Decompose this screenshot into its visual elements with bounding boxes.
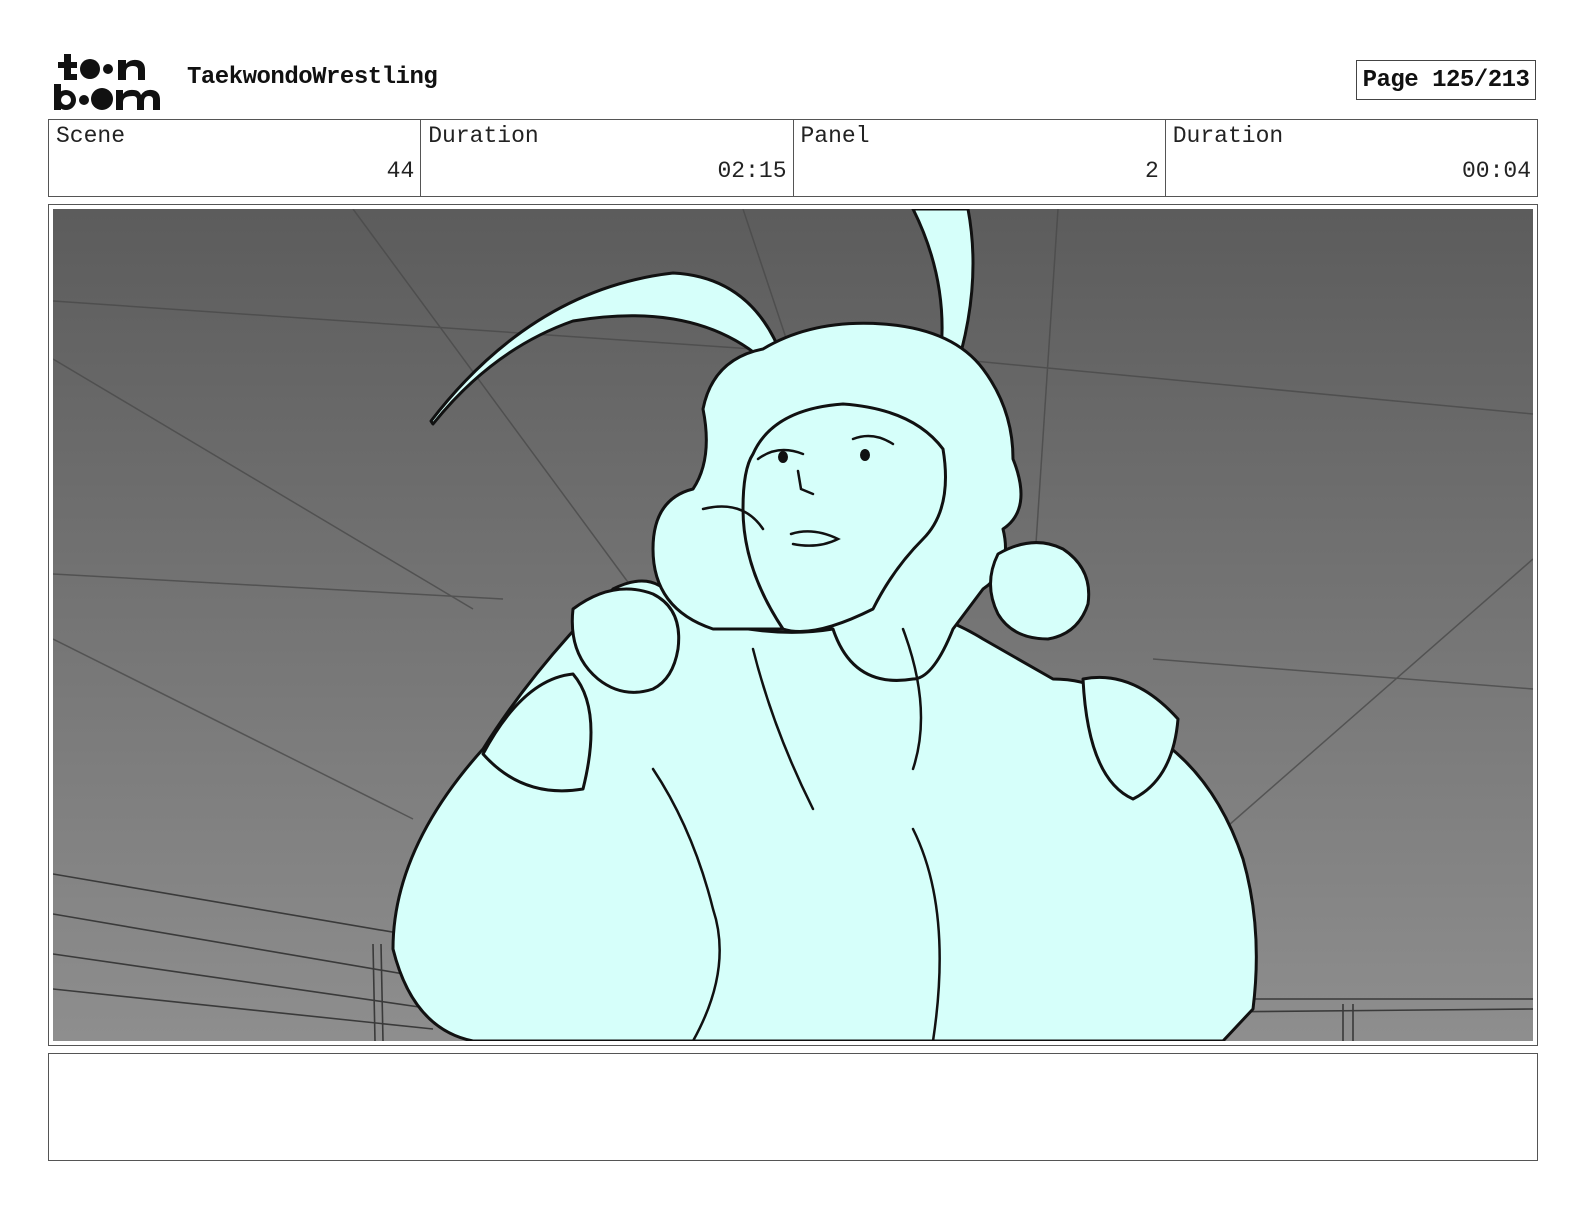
panel-duration-cell: Duration 00:04 <box>1166 120 1537 196</box>
panel-duration-label: Duration <box>1172 123 1284 149</box>
panel-cell: Panel 2 <box>794 120 1166 196</box>
scene-duration-value: 02:15 <box>717 158 787 184</box>
panel-drawing <box>53 209 1533 1041</box>
panel-frame <box>48 204 1538 1046</box>
toon-boom-logo-icon <box>54 54 160 110</box>
scene-info-row: Scene 44 Duration 02:15 Panel 2 Duration… <box>48 119 1538 197</box>
toon-boom-logo <box>50 52 166 112</box>
scene-duration-cell: Duration 02:15 <box>421 120 794 196</box>
panel-label: Panel <box>800 123 870 149</box>
scene-value: 44 <box>386 158 415 184</box>
character-sketch-icon <box>53 209 1533 1041</box>
panel-notes-box[interactable] <box>48 1053 1538 1161</box>
panel-value: 2 <box>1144 158 1159 184</box>
scene-cell: Scene 44 <box>49 120 422 196</box>
scene-label: Scene <box>56 123 126 149</box>
panel-duration-value: 00:04 <box>1461 158 1531 184</box>
page-indicator: Page 125/213 <box>1356 60 1536 100</box>
project-title: TaekwondoWrestling <box>187 64 438 91</box>
scene-duration-label: Duration <box>428 123 539 149</box>
